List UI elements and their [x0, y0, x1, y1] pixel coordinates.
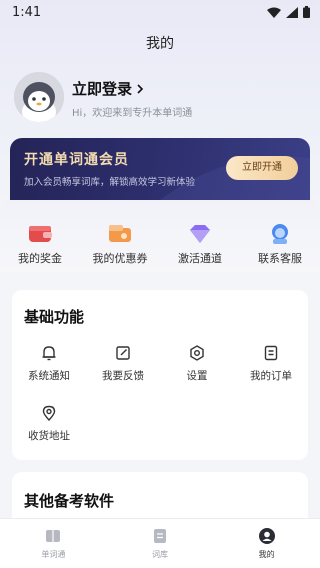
order-icon — [262, 344, 280, 362]
login-link[interactable]: 立即登录 — [72, 78, 144, 99]
bottom-tab-bar: 单词通 词库 我的 — [0, 518, 320, 568]
customer-service-icon — [266, 222, 294, 246]
default-avatar-icon — [14, 72, 64, 122]
tab-lexicon[interactable]: 词库 — [107, 519, 214, 568]
quick-action-label: 我的优惠券 — [92, 252, 148, 265]
avatar[interactable] — [14, 72, 64, 122]
status-bar: 1:41 — [0, 0, 320, 24]
wallet-icon — [26, 222, 54, 246]
vip-subtitle: 加入会员畅享词库，解锁高效学习新体验 — [24, 177, 196, 188]
vip-banner[interactable]: 开通单词通会员 加入会员畅享词库，解锁高效学习新体验 立即开通 — [10, 138, 310, 200]
tab-words[interactable]: 单词通 — [0, 519, 107, 568]
diamond-icon — [186, 222, 214, 246]
func-label: 设置 — [186, 370, 208, 382]
func-settings[interactable]: 设置 — [160, 344, 234, 383]
wifi-icon — [267, 7, 281, 18]
status-time: 1:41 — [12, 4, 42, 20]
func-feedback[interactable]: 我要反馈 — [86, 344, 160, 383]
settings-icon — [188, 344, 206, 362]
open-vip-button[interactable]: 立即开通 — [226, 156, 298, 180]
other-software-title: 其他备考软件 — [24, 492, 115, 510]
quick-action-label: 激活通道 — [178, 252, 222, 265]
basic-functions-title: 基础功能 — [24, 308, 85, 326]
status-icons — [267, 6, 310, 18]
quick-action-activate[interactable]: 激活通道 — [160, 222, 240, 266]
welcome-text: Hi，欢迎来到专升本单词通 — [72, 108, 193, 119]
func-system-notice[interactable]: 系统通知 — [12, 344, 86, 383]
func-label: 我的订单 — [250, 370, 292, 382]
edit-icon — [114, 344, 132, 362]
func-label: 我要反馈 — [102, 370, 144, 382]
coupon-icon — [106, 222, 134, 246]
location-icon — [40, 404, 58, 422]
quick-action-customer-service[interactable]: 联系客服 — [240, 222, 320, 266]
func-label: 收货地址 — [28, 430, 70, 442]
tab-label: 单词通 — [41, 550, 66, 559]
func-label: 系统通知 — [28, 370, 70, 382]
login-label: 立即登录 — [72, 80, 133, 98]
quick-action-label: 联系客服 — [258, 252, 302, 265]
tab-label: 词库 — [152, 550, 168, 559]
quick-action-bonus[interactable]: 我的奖金 — [0, 222, 80, 266]
func-shipping-address[interactable]: 收货地址 — [12, 404, 86, 443]
quick-action-coupons[interactable]: 我的优惠券 — [80, 222, 160, 266]
vip-title: 开通单词通会员 — [24, 152, 129, 168]
page-title: 我的 — [146, 36, 174, 52]
bell-icon — [40, 344, 58, 362]
quick-action-label: 我的奖金 — [18, 252, 62, 265]
tab-mine[interactable]: 我的 — [213, 519, 320, 568]
user-icon — [258, 527, 276, 545]
basic-functions-card: 基础功能 系统通知 我要反馈 设置 我的订单 收货地址 — [12, 290, 308, 460]
tab-label: 我的 — [258, 550, 275, 559]
signal-icon — [286, 6, 298, 18]
battery-icon — [303, 6, 310, 18]
book-icon — [44, 527, 62, 545]
list-icon — [151, 527, 169, 545]
func-my-orders[interactable]: 我的订单 — [234, 344, 308, 383]
chevron-right-icon — [137, 83, 144, 94]
